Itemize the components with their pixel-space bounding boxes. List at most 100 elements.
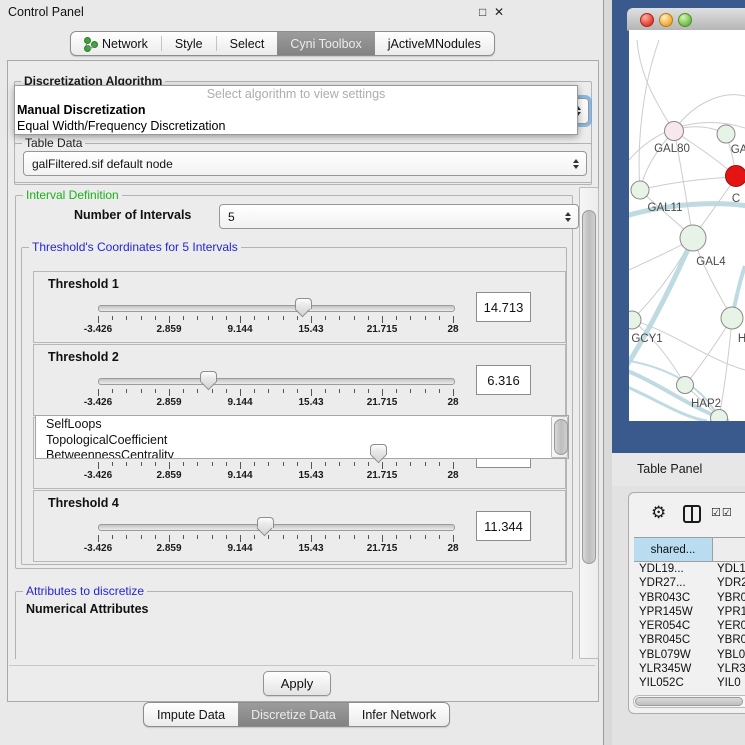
- tab-cyni-toolbox[interactable]: Cyni Toolbox: [277, 32, 374, 55]
- cell-shared-name[interactable]: YPR145W: [634, 605, 712, 619]
- tab-infer-network[interactable]: Infer Network: [349, 703, 449, 726]
- attribute-list-item[interactable]: SelfLoops: [36, 416, 568, 432]
- slider-tick-label: -3.426: [68, 470, 128, 481]
- numerical-attributes-label: Numerical Attributes: [26, 602, 148, 616]
- threshold-slider-track[interactable]: [98, 305, 455, 312]
- node-hap2-label: HAP2: [691, 398, 721, 410]
- slider-tick: [396, 316, 397, 320]
- threshold-list: Threshold 1-3.4262.8599.14415.4321.71528…: [27, 187, 572, 567]
- slider-tick: [183, 462, 184, 466]
- float-window-icon[interactable]: □: [479, 5, 486, 19]
- table-panel-titlebar: Table Panel: [612, 453, 745, 486]
- table-horizontal-scrollbar[interactable]: [633, 695, 745, 708]
- popup-item-equal-width-frequency[interactable]: Equal Width/Frequency Discretization: [15, 118, 577, 134]
- numerical-attributes-list[interactable]: SelfLoopsTopologicalCoefficientBetweenne…: [35, 415, 569, 459]
- cell-shared-name[interactable]: YER054C: [634, 619, 712, 633]
- threshold-slider-track[interactable]: [98, 524, 455, 531]
- node-red[interactable]: [726, 166, 745, 187]
- column-checkboxes-icon[interactable]: ☑☑: [711, 506, 733, 519]
- table-data-combobox[interactable]: galFiltered.sif default node: [23, 151, 587, 176]
- settings-scrollbar-thumb[interactable]: [582, 210, 596, 564]
- table-row[interactable]: YBL079WYBL0: [634, 648, 745, 662]
- cell-name[interactable]: YIL0: [712, 676, 745, 690]
- cell-name[interactable]: YER0: [712, 619, 745, 633]
- node-gal11[interactable]: [631, 181, 649, 199]
- attribute-list-item[interactable]: TopologicalCoefficient: [36, 432, 568, 448]
- attribute-list-item[interactable]: BetweennessCentrality: [36, 447, 568, 459]
- threshold-slider-track[interactable]: [98, 378, 455, 385]
- table-row[interactable]: YBR043CYBR0: [634, 591, 745, 605]
- node-top-right[interactable]: [717, 125, 735, 143]
- attributes-list-scrollbar[interactable]: [551, 416, 568, 458]
- cell-shared-name[interactable]: YBR045C: [634, 633, 712, 647]
- zoom-button[interactable]: [678, 13, 692, 27]
- slider-tick-label: 15.43: [281, 470, 341, 481]
- attributes-scrollbar-thumb[interactable]: [554, 419, 568, 455]
- split-columns-icon[interactable]: [683, 505, 701, 523]
- cell-name[interactable]: YBL0: [712, 648, 745, 662]
- cell-shared-name[interactable]: YIL052C: [634, 676, 712, 690]
- network-view-canvas[interactable]: GAL80GACGAL11GAL4GCY1HHAP2: [629, 30, 745, 421]
- popup-item-manual-discretization[interactable]: Manual Discretization: [15, 102, 577, 118]
- cell-name[interactable]: YDR2: [712, 576, 745, 590]
- cell-name[interactable]: YBR0: [712, 633, 745, 647]
- close-button[interactable]: [640, 13, 654, 27]
- cell-name[interactable]: YDL1: [712, 562, 745, 576]
- slider-tick: [126, 462, 127, 466]
- slider-tick: [240, 389, 241, 396]
- table-row[interactable]: YPR145WYPR1: [634, 605, 745, 619]
- cell-shared-name[interactable]: YBR043C: [634, 591, 712, 605]
- table-row[interactable]: YLR345WYLR3: [634, 662, 745, 676]
- popup-placeholder-item[interactable]: Select algorithm to view settings: [15, 86, 577, 102]
- slider-tick: [425, 535, 426, 539]
- tab-discretize-data[interactable]: Discretize Data: [238, 703, 349, 726]
- slider-tick: [126, 316, 127, 320]
- network-window-titlebar[interactable]: [627, 8, 745, 31]
- slider-tick-label: 21.715: [352, 324, 412, 335]
- settings-scrollbar[interactable]: [579, 187, 599, 659]
- table-row[interactable]: YIL052CYIL0: [634, 676, 745, 690]
- slider-tick: [439, 462, 440, 466]
- table-row[interactable]: YDR27...YDR2: [634, 576, 745, 590]
- tab-network[interactable]: Network: [71, 32, 161, 55]
- tab-style[interactable]: Style: [162, 32, 216, 55]
- tab-label: Select: [230, 37, 265, 51]
- tab-impute-data[interactable]: Impute Data: [144, 703, 238, 726]
- node-gal4[interactable]: [680, 225, 706, 251]
- threshold-label: Threshold 2: [48, 350, 119, 364]
- threshold-value-field[interactable]: 6.316: [476, 365, 531, 395]
- cell-shared-name[interactable]: YBL079W: [634, 648, 712, 662]
- minimize-button[interactable]: [659, 13, 673, 27]
- cell-shared-name[interactable]: YDL19...: [634, 562, 712, 576]
- cell-shared-name[interactable]: YLR345W: [634, 662, 712, 676]
- cell-shared-name[interactable]: YDR27...: [634, 576, 712, 590]
- tab-select[interactable]: Select: [217, 32, 278, 55]
- column-header-1[interactable]: shared...: [634, 538, 713, 561]
- threshold-slider-thumb[interactable]: [295, 298, 312, 309]
- node-gal80[interactable]: [665, 122, 684, 141]
- threshold-value-field[interactable]: 11.344: [476, 511, 531, 541]
- cell-name[interactable]: YBR0: [712, 591, 745, 605]
- slider-tick: [311, 316, 312, 323]
- threshold-value-field[interactable]: 14.713: [476, 292, 531, 322]
- gear-icon[interactable]: ⚙: [651, 503, 666, 523]
- tab-label: Network: [102, 37, 148, 51]
- close-panel-icon[interactable]: ✕: [494, 5, 504, 19]
- node-right-mid[interactable]: [721, 307, 743, 329]
- tab-jactivemnodules[interactable]: jActiveMNodules: [375, 32, 494, 55]
- threshold-slider-thumb[interactable]: [200, 371, 217, 382]
- threshold-slider-thumb[interactable]: [370, 444, 387, 455]
- node-hap2[interactable]: [677, 377, 694, 394]
- slider-tick: [155, 535, 156, 539]
- apply-button[interactable]: Apply: [263, 671, 331, 696]
- column-header-2[interactable]: n: [713, 538, 745, 561]
- threshold-slider-thumb[interactable]: [257, 517, 274, 528]
- table-row[interactable]: YER054CYER0: [634, 619, 745, 633]
- cyni-mode-tabs: Impute DataDiscretize DataInfer Network: [143, 702, 450, 727]
- slider-tick-label: 9.144: [210, 324, 270, 335]
- cell-name[interactable]: YPR1: [712, 605, 745, 619]
- table-row[interactable]: YDL19...YDL1: [634, 562, 745, 576]
- table-hscrollbar-thumb[interactable]: [635, 697, 743, 706]
- cell-name[interactable]: YLR3: [712, 662, 745, 676]
- table-row[interactable]: YBR045CYBR0: [634, 633, 745, 647]
